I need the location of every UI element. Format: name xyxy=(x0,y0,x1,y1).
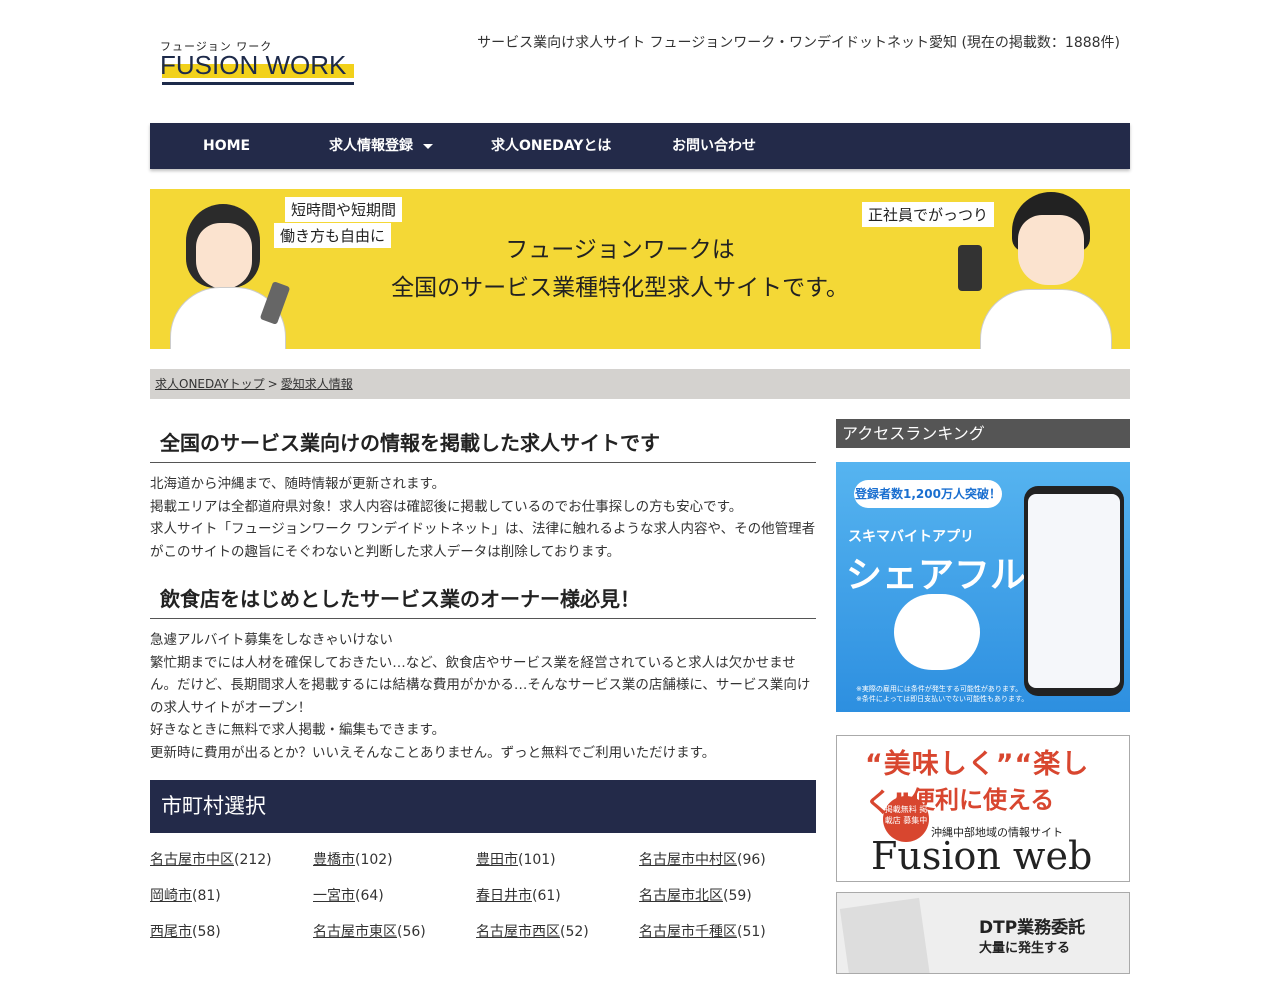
city-count: (64) xyxy=(355,888,384,904)
city-count: (96) xyxy=(737,852,766,868)
city-link[interactable]: 名古屋市中区 xyxy=(150,852,234,868)
nav-item-job-register[interactable]: 求人情報登録 xyxy=(329,123,433,169)
man-body-illustration xyxy=(980,289,1112,349)
nav-item-about[interactable]: 求人ONEDAYとは xyxy=(491,123,611,169)
city-item: 名古屋市西区(52) xyxy=(476,921,589,941)
city-count: (52) xyxy=(560,924,589,940)
nav-item-contact[interactable]: お問い合わせ xyxy=(672,123,756,169)
section-title-owners: 飲食店をはじめとしたサービス業のオーナー様必見！ xyxy=(150,575,816,619)
nav-item-job-register-label: 求人情報登録 xyxy=(329,138,413,154)
text-line: 繁忙期までには人材を確保しておきたい…など、飲食店やサービス業を経営されていると… xyxy=(150,654,811,716)
text-line: 好きなときに無料で求人掲載・編集もできます。 xyxy=(150,722,446,738)
city-link[interactable]: 名古屋市千種区 xyxy=(639,924,737,940)
ad-subtitle: スキマバイトアプリ xyxy=(848,529,974,545)
ad-app-name: シェアフル xyxy=(846,555,1027,596)
section-title-about: 全国のサービス業向けの情報を掲載した求人サイトです xyxy=(150,419,816,463)
logo-underline xyxy=(162,82,354,85)
chevron-down-icon xyxy=(423,143,433,149)
man-face-illustration xyxy=(1018,215,1084,285)
city-link[interactable]: 名古屋市北区 xyxy=(639,888,723,904)
city-item: 岡崎市(81) xyxy=(150,885,221,905)
breadcrumb-home-link[interactable]: 求人ONEDAYトップ xyxy=(155,377,265,391)
smartphone-icon xyxy=(259,281,291,325)
ad-notes: ※実際の雇用には条件が発生する可能性があります。 ※条件によっては即日支払いでな… xyxy=(856,684,1028,704)
city-link[interactable]: 一宮市 xyxy=(313,888,355,904)
city-count: (59) xyxy=(723,888,752,904)
breadcrumb: 求人ONEDAYトップ > 愛知求人情報 xyxy=(150,369,1130,399)
city-item: 名古屋市中区(212) xyxy=(150,849,272,869)
city-list: 名古屋市中区(212) 豊橋市(102) 豊田市(101) 名古屋市中村区(96… xyxy=(150,833,816,993)
city-link[interactable]: 西尾市 xyxy=(150,924,192,940)
ad-banner-sharefull[interactable]: 登録者数1,200万人突破！ スキマバイトアプリ シェアフル ※実際の雇用には条… xyxy=(836,462,1130,712)
smartphone-icon xyxy=(958,245,982,291)
text-line: 求人サイト「フュージョンワーク ワンデイドットネット」は、法律に触れるような求人… xyxy=(150,521,816,560)
city-item: 一宮市(64) xyxy=(313,885,384,905)
breadcrumb-current-link[interactable]: 愛知求人情報 xyxy=(281,377,353,391)
city-item: 名古屋市中村区(96) xyxy=(639,849,766,869)
main-content: 全国のサービス業向けの情報を掲載した求人サイトです 北海道から沖縄まで、随時情報… xyxy=(150,419,816,993)
section-text-about: 北海道から沖縄まで、随時情報が更新されます。 掲載エリアは全都道府県対象！求人内… xyxy=(150,473,816,563)
city-item: 春日井市(61) xyxy=(476,885,561,905)
city-count: (212) xyxy=(234,852,272,868)
site-logo[interactable]: フュージョン ワーク FUSION WORK xyxy=(156,36,356,92)
speech-bubble-fulltime: 正社員でがっつり xyxy=(862,202,995,227)
section-text-owners: 急遽アルバイト募集をしなきゃいけない 繁忙期までには人材を確保しておきたい…など… xyxy=(150,629,816,764)
banner-title-line2: 全国のサービス業種特化型求人サイトです。 xyxy=(391,275,849,301)
ranking-heading: アクセスランキング xyxy=(836,419,1130,448)
speech-bubble-short-time: 短時間や短期間 xyxy=(285,197,403,222)
city-link[interactable]: 春日井市 xyxy=(476,888,532,904)
ad-note: ※条件によっては即日支払いでない可能性もあります。 xyxy=(856,695,1029,703)
ad-site-name: Fusion web xyxy=(871,834,1093,878)
woman-face-illustration xyxy=(196,223,252,289)
city-link[interactable]: 名古屋市東区 xyxy=(313,924,397,940)
ad-title: DTP業務委託 xyxy=(979,918,1086,938)
magazine-image xyxy=(839,897,931,973)
site-tagline: サービス業向け求人サイト フュージョンワーク・ワンデイドットネット愛知 (現在の… xyxy=(477,35,1120,51)
city-count: (102) xyxy=(355,852,393,868)
city-link[interactable]: 名古屋市中村区 xyxy=(639,852,737,868)
app-screen-image xyxy=(1028,494,1120,688)
hero-banner: 短時間や短期間 働き方も自由に フュージョンワークは 全国のサービス業種特化型求… xyxy=(150,189,1130,349)
city-item: 豊田市(101) xyxy=(476,849,556,869)
city-count: (51) xyxy=(737,924,766,940)
ad-banner-dtp[interactable]: DTP業務委託 大量に発生する xyxy=(836,892,1130,974)
city-item: 名古屋市東区(56) xyxy=(313,921,426,941)
ad-subtitle: 大量に発生する xyxy=(979,941,1071,956)
city-link[interactable]: 岡崎市 xyxy=(150,888,192,904)
ad-note: ※実際の雇用には条件が発生する可能性があります。 xyxy=(856,685,1023,693)
sidebar: アクセスランキング 登録者数1,200万人突破！ スキマバイトアプリ シェアフル… xyxy=(836,419,1130,974)
city-item: 西尾市(58) xyxy=(150,921,221,941)
nav-item-home[interactable]: HOME xyxy=(203,123,250,169)
city-link[interactable]: 豊橋市 xyxy=(313,852,355,868)
city-item: 名古屋市北区(59) xyxy=(639,885,752,905)
text-line: 掲載エリアは全都道府県対象！求人内容は確認後に掲載しているのでお仕事探しの方も安… xyxy=(150,498,743,515)
text-line: 更新時に費用が出るとか？いいえそんなことありません。ずっと無料でご利用いただけま… xyxy=(150,744,716,761)
city-item: 名古屋市千種区(51) xyxy=(639,921,766,941)
city-count: (61) xyxy=(532,888,561,904)
city-count: (81) xyxy=(192,888,221,904)
lucky-cat-icon xyxy=(894,594,980,670)
text-line: 急遽アルバイト募集をしなきゃいけない xyxy=(150,632,393,648)
text-line: 北海道から沖縄まで、随時情報が更新されます。 xyxy=(150,476,446,492)
logo-text: FUSION WORK xyxy=(160,50,347,80)
ad-badge: 登録者数1,200万人突破！ xyxy=(854,480,1002,508)
city-count: (58) xyxy=(192,924,221,940)
city-count: (56) xyxy=(397,924,426,940)
city-item: 豊橋市(102) xyxy=(313,849,393,869)
ad-title-2: 便利に使える xyxy=(911,786,1055,814)
city-link[interactable]: 名古屋市西区 xyxy=(476,924,560,940)
main-nav: HOME 求人情報登録 求人ONEDAYとは お問い合わせ xyxy=(150,123,1130,169)
city-link[interactable]: 豊田市 xyxy=(476,852,518,868)
city-count: (101) xyxy=(518,852,556,868)
area-select-heading: 市町村選択 xyxy=(150,780,816,833)
breadcrumb-separator: > xyxy=(267,377,278,391)
banner-title: フュージョンワークは 全国のサービス業種特化型求人サイトです。 xyxy=(350,231,890,307)
banner-title-line1: フュージョンワークは xyxy=(505,237,735,263)
ad-banner-fusion-web[interactable]: “美味しく”“楽しく” 便利に使える 掲載無料 掲載店 募集中 沖縄中部地域の情… xyxy=(836,735,1130,882)
